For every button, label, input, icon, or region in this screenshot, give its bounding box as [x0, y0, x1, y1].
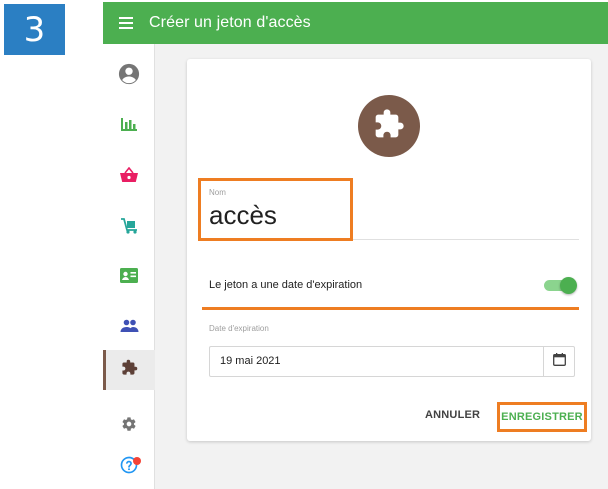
expiry-toggle-label: Le jeton a une date d'expiration — [209, 279, 363, 291]
name-field[interactable]: Nom accès — [198, 178, 579, 241]
toggle-highlight-underline — [202, 307, 579, 310]
name-field-label: Nom — [209, 188, 226, 197]
screenshot-root: 3 Créer un jeton d'accès Nom accès Le je… — [0, 0, 608, 489]
puzzle-piece-icon — [121, 359, 138, 381]
shopping-basket-icon — [120, 166, 138, 188]
sidebar-item-statistics[interactable] — [103, 106, 155, 146]
puzzle-piece-icon — [373, 108, 405, 145]
expiry-date-label: Date d'expiration — [209, 324, 269, 333]
gear-icon — [121, 416, 137, 437]
sidebar-item-logistics[interactable] — [103, 208, 155, 248]
sidebar-item-settings[interactable] — [103, 406, 155, 446]
app-window: Créer un jeton d'accès Nom accès Le jeto… — [103, 2, 608, 489]
contact-card-icon — [120, 268, 138, 288]
bar-chart-icon — [121, 117, 137, 136]
step-number-badge: 3 — [4, 4, 65, 55]
page-title: Créer un jeton d'accès — [149, 14, 311, 31]
sidebar-item-help[interactable] — [103, 447, 155, 487]
calendar-icon — [553, 352, 566, 371]
save-button[interactable]: ENREGISTRER — [497, 402, 587, 432]
sidebar-item-account[interactable] — [103, 56, 155, 96]
dolly-cart-icon — [120, 217, 138, 239]
calendar-button[interactable] — [544, 347, 575, 376]
name-field-value[interactable]: accès — [209, 200, 277, 231]
top-app-bar: Créer un jeton d'accès — [103, 2, 608, 44]
token-avatar — [358, 95, 420, 157]
group-icon — [120, 319, 139, 337]
expiry-toggle-switch[interactable] — [560, 277, 577, 294]
expiry-date-field[interactable]: 19 mai 2021 — [209, 346, 575, 377]
sidebar-item-users[interactable] — [103, 308, 155, 348]
expiry-toggle-row[interactable]: Le jeton a une date d'expiration — [199, 269, 579, 310]
sidebar-item-extensions[interactable] — [103, 350, 155, 390]
notification-dot — [133, 457, 141, 465]
token-form-card: Nom accès Le jeton a une date d'expirati… — [187, 59, 591, 441]
expiry-date-value[interactable]: 19 mai 2021 — [220, 355, 281, 367]
sidebar-nav — [103, 44, 155, 489]
account-circle-icon — [118, 63, 140, 90]
hamburger-menu-icon[interactable] — [103, 2, 149, 44]
sidebar-item-contacts[interactable] — [103, 258, 155, 298]
sidebar-item-shop[interactable] — [103, 157, 155, 197]
cancel-button[interactable]: ANNULER — [425, 409, 480, 421]
